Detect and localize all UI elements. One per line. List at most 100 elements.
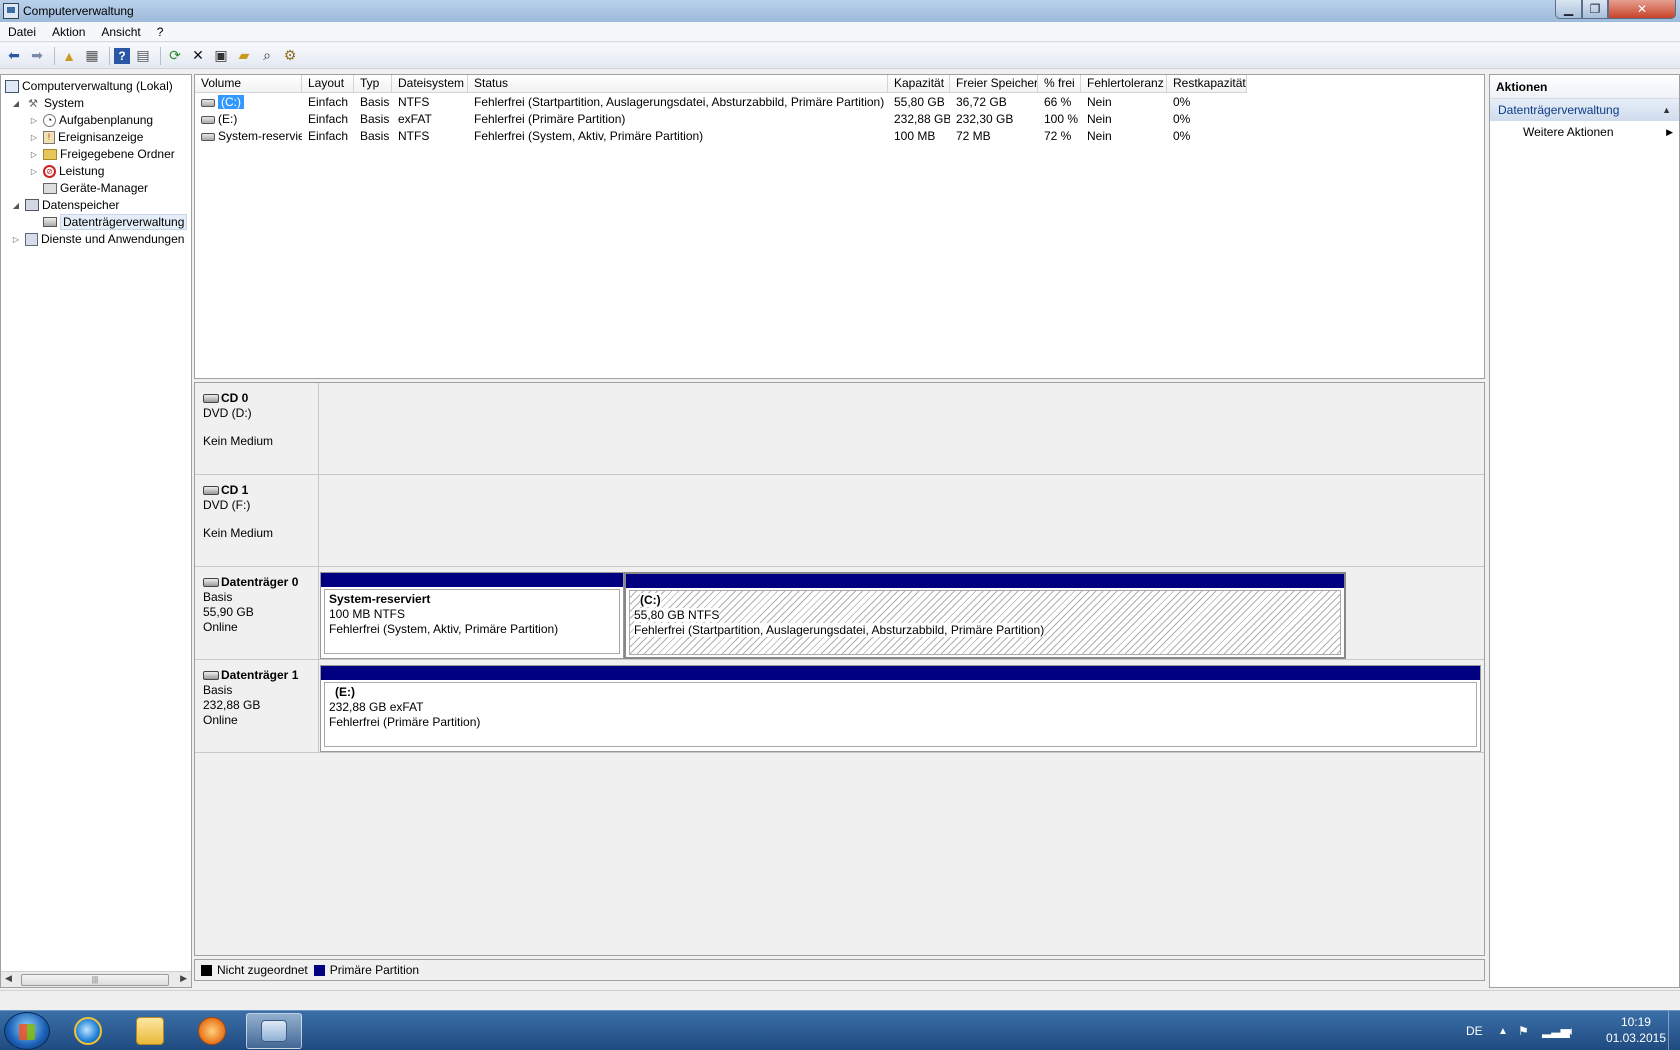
internet-explorer-icon: [74, 1017, 102, 1045]
action-center-icon[interactable]: ⚑: [1518, 1011, 1529, 1050]
primary-partition-bar: [321, 573, 623, 587]
menu-help[interactable]: ?: [149, 25, 172, 39]
tree-item-computerverwaltung[interactable]: Computerverwaltung (Lokal): [5, 77, 173, 95]
column-header-volume[interactable]: Volume: [195, 75, 302, 93]
cd-drive-icon: [203, 486, 219, 495]
taskbar-explorer[interactable]: [122, 1013, 178, 1049]
expand-triangle-icon[interactable]: ▷: [11, 235, 21, 244]
clock-icon: ◔: [43, 113, 56, 127]
clock[interactable]: 10:19 01.03.2015: [1606, 1014, 1666, 1046]
action-weitere-aktionen[interactable]: Weitere Aktionen ▶: [1490, 121, 1679, 143]
minimize-button[interactable]: ▁: [1555, 0, 1582, 19]
menu-bar: Datei Aktion Ansicht ?: [0, 22, 1680, 42]
delete-icon[interactable]: ✕: [188, 46, 208, 66]
menu-aktion[interactable]: Aktion: [44, 25, 93, 39]
disk-label[interactable]: Datenträger 1 Basis 232,88 GB Online: [195, 660, 319, 752]
expand-triangle-icon[interactable]: ▷: [29, 167, 39, 176]
tree-item-ereignisanzeige[interactable]: ▷ ! Ereignisanzeige: [29, 128, 143, 146]
expand-triangle-icon[interactable]: ▷: [29, 116, 39, 125]
show-hide-tree-icon[interactable]: ▦: [82, 46, 102, 66]
taskbar-internet-explorer[interactable]: [60, 1013, 116, 1049]
taskbar-computer-management[interactable]: [246, 1013, 302, 1049]
computer-management-icon: [261, 1020, 287, 1042]
partition-system-reserviert[interactable]: System-reserviert 100 MB NTFS Fehlerfrei…: [320, 572, 624, 659]
freier-speicher-cell: 72 MB: [956, 129, 991, 143]
actions-section-datentraegerverwaltung[interactable]: Datenträgerverwaltung ▲: [1490, 99, 1679, 121]
toolbar-separator: [109, 46, 110, 65]
actions-header: Aktionen: [1490, 75, 1679, 99]
start-button[interactable]: [4, 1012, 50, 1050]
tree-item-aufgabenplanung[interactable]: ▷ ◔ Aufgabenplanung: [29, 111, 153, 129]
up-folder-icon[interactable]: ▲: [59, 46, 79, 66]
maximize-button[interactable]: ❐: [1582, 0, 1608, 19]
expand-triangle-icon[interactable]: ▷: [29, 133, 39, 142]
disk-label[interactable]: CD 0 DVD (D:) Kein Medium: [195, 383, 319, 474]
tree-horizontal-scrollbar[interactable]: ◀ ||| ▶: [1, 971, 191, 987]
prozent-frei-cell: 66 %: [1044, 95, 1072, 109]
device-manager-icon: [43, 182, 57, 194]
services-icon: [25, 232, 38, 246]
forward-arrow-icon[interactable]: ➡: [27, 46, 47, 66]
primary-partition-bar: [626, 574, 1344, 588]
menu-ansicht[interactable]: Ansicht: [93, 25, 148, 39]
tree-item-system[interactable]: ◢ ⚒ System: [11, 94, 84, 112]
submenu-arrow-icon: ▶: [1666, 127, 1673, 137]
partition-e[interactable]: (E:) 232,88 GB exFAT Fehlerfrei (Primäre…: [320, 665, 1481, 752]
column-header-restkapazitaet[interactable]: Restkapazität: [1167, 75, 1247, 93]
scroll-right-icon[interactable]: ▶: [180, 973, 187, 984]
disk-row-cd0[interactable]: CD 0 DVD (D:) Kein Medium: [195, 383, 1484, 475]
column-header-kapazitaet[interactable]: Kapazität: [888, 75, 950, 93]
event-viewer-icon: !: [43, 130, 55, 144]
back-arrow-icon[interactable]: ⬅: [4, 46, 24, 66]
disk-row-disk1[interactable]: Datenträger 1 Basis 232,88 GB Online (E:…: [195, 660, 1484, 753]
show-hide-actions-icon[interactable]: ▤: [133, 46, 153, 66]
show-desktop-button[interactable]: [1668, 1011, 1680, 1050]
tree-item-dienste-anwendungen[interactable]: ▷ Dienste und Anwendungen: [11, 230, 185, 248]
tree-item-freigegebene-ordner[interactable]: ▷ Freigegebene Ordner: [29, 145, 175, 163]
column-header-freier-speicher[interactable]: Freier Speicher: [950, 75, 1038, 93]
column-header-status[interactable]: Status: [468, 75, 888, 93]
help-icon[interactable]: ?: [114, 47, 130, 64]
menu-datei[interactable]: Datei: [0, 25, 44, 39]
hard-disk-icon: [203, 671, 219, 680]
drive-icon: [201, 132, 215, 141]
partition-c[interactable]: (C:) 55,80 GB NTFS Fehlerfrei (Startpart…: [624, 572, 1346, 659]
disk-row-disk0[interactable]: Datenträger 0 Basis 55,90 GB Online Syst…: [195, 567, 1484, 660]
tree-item-geraete-manager[interactable]: Geräte-Manager: [43, 179, 148, 197]
properties-icon[interactable]: ▣: [211, 46, 231, 66]
collapse-triangle-icon[interactable]: ◢: [11, 99, 21, 108]
prozent-frei-cell: 100 %: [1044, 112, 1079, 126]
volume-icon[interactable]: 🔈︎: [1568, 1011, 1575, 1050]
disk-row-cd1[interactable]: CD 1 DVD (F:) Kein Medium: [195, 475, 1484, 567]
network-icon[interactable]: ▂▃▅: [1542, 1011, 1570, 1050]
search-icon[interactable]: ⌕: [257, 46, 277, 66]
column-header-fehlertoleranz[interactable]: Fehlertoleranz: [1081, 75, 1167, 93]
input-language[interactable]: DE: [1466, 1011, 1483, 1050]
prozent-frei-cell: 72 %: [1044, 129, 1072, 143]
disk-label[interactable]: Datenträger 0 Basis 55,90 GB Online: [195, 567, 319, 659]
dateisystem-cell: NTFS: [398, 129, 430, 143]
settings-icon[interactable]: ⚙: [280, 46, 300, 66]
open-icon[interactable]: ▰: [234, 46, 254, 66]
fehlertoleranz-cell: Nein: [1087, 112, 1112, 126]
scrollbar-thumb[interactable]: |||: [21, 974, 169, 986]
collapse-triangle-icon[interactable]: ◢: [11, 201, 21, 210]
close-button[interactable]: ✕: [1608, 0, 1676, 19]
show-hidden-icons-icon[interactable]: ▲: [1498, 1011, 1508, 1050]
column-header-layout[interactable]: Layout: [302, 75, 354, 93]
column-header-typ[interactable]: Typ: [354, 75, 392, 93]
media-player-icon: [198, 1017, 226, 1045]
scroll-left-icon[interactable]: ◀: [5, 973, 12, 984]
refresh-icon[interactable]: ⟳: [165, 46, 185, 66]
tree-item-datentraegerverwaltung[interactable]: Datenträgerverwaltung: [43, 213, 188, 231]
collapse-up-icon[interactable]: ▲: [1662, 99, 1671, 121]
column-header-prozent-frei[interactable]: % frei: [1038, 75, 1081, 93]
navigation-tree: Computerverwaltung (Lokal) ◢ ⚒ System ▷ …: [0, 74, 192, 988]
disk-label[interactable]: CD 1 DVD (F:) Kein Medium: [195, 475, 319, 566]
legend-primary-partition: Primäre Partition: [329, 963, 420, 977]
expand-triangle-icon[interactable]: ▷: [29, 150, 39, 159]
taskbar-media-player[interactable]: [184, 1013, 240, 1049]
column-header-dateisystem[interactable]: Dateisystem: [392, 75, 468, 93]
tree-item-leistung[interactable]: ▷ ⊘ Leistung: [29, 162, 104, 180]
tree-item-datenspeicher[interactable]: ◢ Datenspeicher: [11, 196, 119, 214]
